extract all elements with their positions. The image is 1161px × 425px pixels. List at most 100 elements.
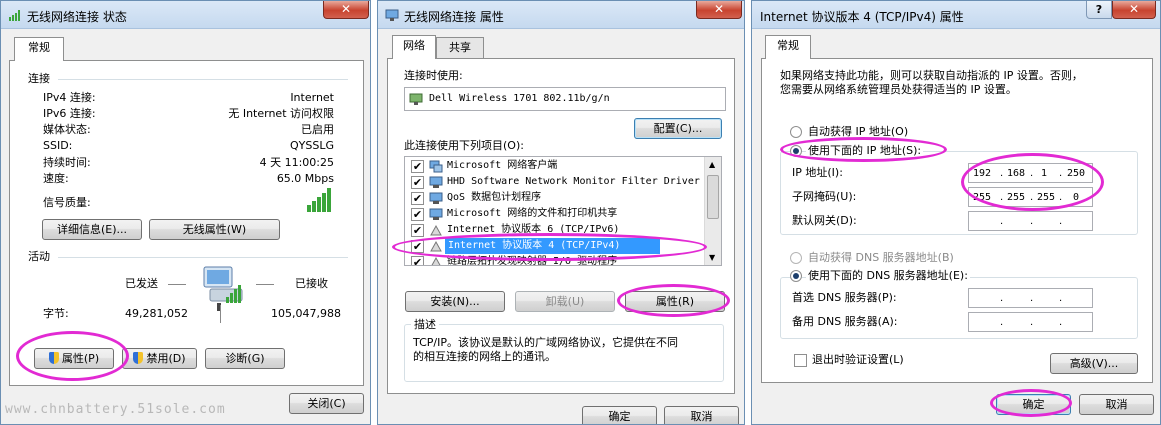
status-titlebar: 无线网络连接 状态 ✕ — [1, 1, 370, 29]
gateway-label: 默认网关(D): — [792, 214, 857, 227]
ip-dot: . — [1059, 216, 1063, 227]
ipv4-window: Internet 协议版本 4 (TCP/IPv4) 属性 ? ✕ 常规 如果网… — [751, 0, 1161, 425]
cancel-button[interactable]: 取消 — [1079, 394, 1154, 415]
items-label: 此连接使用下列项目(O): — [404, 139, 524, 152]
scroll-thumb[interactable] — [707, 175, 719, 219]
signal-bar — [322, 193, 326, 212]
close-icon[interactable]: ✕ — [1112, 1, 1156, 19]
wireless-properties-button[interactable]: 无线属性(W) — [149, 219, 280, 240]
mask-label: 子网掩码(U): — [792, 190, 857, 203]
cancel-button[interactable]: 取消 — [664, 406, 739, 424]
row-value: 无 Internet 访问权限 — [228, 107, 334, 120]
ok-button[interactable]: 确定 — [582, 406, 657, 424]
bytes-label: 字节: — [43, 307, 69, 320]
network-client-icon — [429, 160, 443, 173]
preferred-dns-field[interactable]: . . . — [968, 288, 1093, 308]
wireless-network-icon — [9, 10, 20, 21]
ip-dot: . — [1059, 317, 1063, 328]
ip-dot: . — [1030, 317, 1034, 328]
row-label: IPv4 连接: — [43, 91, 96, 104]
item-checkbox[interactable]: ✔ — [411, 176, 424, 189]
gateway-field[interactable]: . . . — [968, 211, 1093, 231]
list-item[interactable]: ✔ Microsoft 网络客户端 — [405, 158, 703, 174]
advanced-button[interactable]: 高级(V)... — [1050, 353, 1138, 374]
status-panel: 连接 IPv4 连接: Internet IPv6 连接: 无 Internet… — [9, 60, 364, 386]
close-icon[interactable]: ✕ — [323, 1, 369, 19]
manual-dns-radio[interactable] — [790, 270, 802, 282]
adapter-name: Dell Wireless 1701 802.11b/g/n — [429, 93, 610, 104]
intro-text: 如果网络支持此功能，则可以获取自动指派的 IP 设置。否则， — [780, 69, 1083, 82]
tab-network[interactable]: 网络 — [392, 35, 436, 59]
window-title: 无线网络连接 属性 — [404, 10, 504, 24]
auto-dns-radio — [790, 252, 802, 264]
highlight-ellipse — [16, 331, 129, 381]
highlight-ellipse — [617, 284, 730, 317]
row-label: 媒体状态: — [43, 123, 91, 136]
item-label: QoS 数据包计划程序 — [447, 192, 542, 203]
validate-checkbox[interactable] — [794, 354, 807, 367]
row-value: Internet — [290, 91, 334, 104]
alternate-dns-label: 备用 DNS 服务器(A): — [792, 315, 898, 328]
list-item[interactable]: ✔ HHD Software Network Monitor Filter Dr… — [405, 174, 703, 190]
item-label: HHD Software Network Monitor Filter Driv… — [447, 176, 700, 187]
item-checkbox[interactable]: ✔ — [411, 208, 424, 221]
properties-window: 无线网络连接 属性 ✕ 网络 共享 连接时使用: Dell Wireless 1… — [377, 0, 745, 425]
list-item[interactable]: ✔ Microsoft 网络的文件和打印机共享 — [405, 206, 703, 222]
protocol-icon — [430, 224, 442, 236]
divider — [168, 284, 186, 285]
auto-dns-label: 自动获得 DNS 服务器地址(B) — [808, 251, 954, 264]
item-checkbox[interactable]: ✔ — [411, 160, 424, 173]
diagnose-button[interactable]: 诊断(G) — [205, 348, 285, 369]
items-scrollbar[interactable]: ▲ ▼ — [704, 157, 721, 265]
description-text: 的相互连接的网络上的通讯。 — [413, 350, 556, 363]
network-adapter-icon — [409, 93, 423, 105]
bytes-received-value: 105,047,988 — [271, 307, 341, 320]
filter-driver-icon — [429, 176, 443, 188]
install-button[interactable]: 安装(N)... — [405, 291, 505, 312]
ipv4-titlebar: Internet 协议版本 4 (TCP/IPv4) 属性 ? ✕ — [752, 1, 1160, 29]
item-checkbox[interactable]: ✔ — [411, 192, 424, 205]
section-activity-heading: 活动 — [28, 250, 50, 263]
uac-shield-icon — [133, 352, 144, 364]
item-checkbox[interactable]: ✔ — [411, 256, 424, 265]
file-share-icon — [429, 208, 443, 220]
divider — [58, 79, 348, 80]
scroll-up-icon[interactable]: ▲ — [709, 158, 715, 172]
scroll-down-icon[interactable]: ▼ — [709, 251, 715, 265]
row-label: 速度: — [43, 172, 69, 185]
ip-dot: . — [1059, 293, 1063, 304]
row-label: IPv6 连接: — [43, 107, 96, 120]
list-item[interactable]: ✔ QoS 数据包计划程序 — [405, 190, 703, 206]
row-value: 65.0 Mbps — [276, 172, 334, 185]
section-connection-heading: 连接 — [28, 72, 50, 85]
watermark: www.chnbattery.51sole.com — [5, 402, 226, 417]
ip-dot: . — [1000, 293, 1004, 304]
signal-bar — [317, 197, 321, 212]
disable-button[interactable]: 禁用(D) — [122, 348, 197, 369]
tab-general[interactable]: 常规 — [765, 35, 811, 59]
window-title: 无线网络连接 状态 — [27, 10, 127, 24]
qos-icon — [429, 192, 443, 204]
description-title: 描述 — [411, 318, 439, 332]
status-window: 无线网络连接 状态 ✕ 常规 连接 IPv4 连接: Internet IPv6… — [0, 0, 371, 425]
item-checkbox[interactable]: ✔ — [411, 224, 424, 237]
details-button[interactable]: 详细信息(E)... — [42, 219, 142, 240]
row-value: 4 天 11:00:25 — [259, 156, 334, 169]
divider — [58, 257, 348, 258]
row-label: 持续时间: — [43, 156, 91, 169]
close-icon[interactable]: ✕ — [696, 1, 742, 19]
help-icon[interactable]: ? — [1086, 1, 1112, 19]
configure-button[interactable]: 配置(C)... — [634, 118, 722, 139]
close-button[interactable]: 关闭(C) — [289, 393, 364, 414]
connect-using-label: 连接时使用: — [404, 69, 463, 82]
manual-dns-label: 使用下面的 DNS 服务器地址(E): — [806, 269, 970, 283]
general-panel: 如果网络支持此功能，则可以获取自动指派的 IP 设置。否则， 您需要从网络系统管… — [761, 58, 1153, 383]
tab-general[interactable]: 常规 — [14, 37, 64, 61]
auto-ip-radio[interactable] — [790, 126, 802, 138]
alternate-dns-field[interactable]: . . . — [968, 312, 1093, 332]
row-value: 已启用 — [301, 123, 334, 136]
tab-sharing[interactable]: 共享 — [436, 37, 484, 59]
preferred-dns-label: 首选 DNS 服务器(P): — [792, 291, 897, 304]
item-label: Microsoft 网络客户端 — [447, 160, 558, 171]
item-label: Microsoft 网络的文件和打印机共享 — [447, 208, 618, 219]
